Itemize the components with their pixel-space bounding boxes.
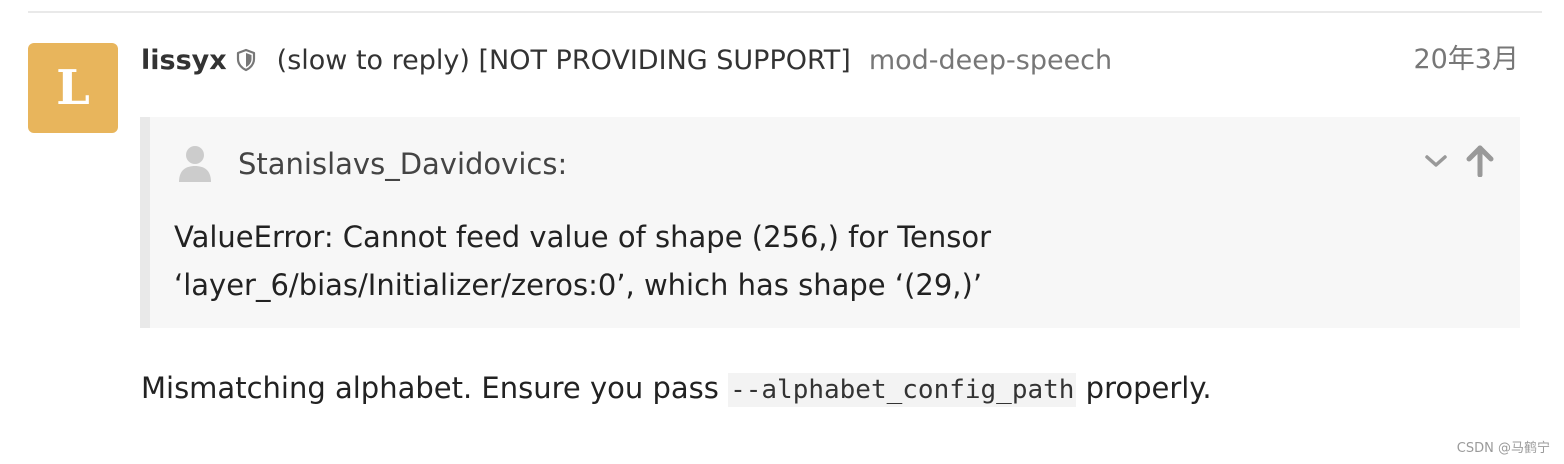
- quote-controls: [1418, 143, 1498, 179]
- inline-code: --alphabet_config_path: [728, 373, 1077, 407]
- avatar-letter: L: [56, 60, 90, 116]
- watermark: CSDN @马鹤宁: [1456, 441, 1550, 456]
- arrow-up-icon[interactable]: [1462, 143, 1498, 179]
- quote-line: ValueError: Cannot feed value of shape (…: [174, 220, 992, 254]
- username[interactable]: lissyx: [141, 45, 227, 76]
- reply-text-before: Mismatching alphabet. Ensure you pass: [141, 371, 729, 405]
- quote-author[interactable]: Stanislavs_Davidovics:: [238, 147, 567, 181]
- quote-text: ValueError: Cannot feed value of shape (…: [174, 213, 1494, 309]
- user-group[interactable]: mod-deep-speech: [869, 45, 1112, 76]
- shield-icon: [235, 48, 257, 72]
- quote-line: ‘layer_6/bias/Initializer/zeros:0’, whic…: [174, 268, 983, 302]
- chevron-down-icon[interactable]: [1418, 143, 1454, 179]
- user-title: (slow to reply) [NOT PROVIDING SUPPORT]: [276, 44, 851, 76]
- avatar[interactable]: L: [28, 43, 118, 133]
- person-icon: [176, 144, 214, 184]
- post-date[interactable]: 20年3月: [1413, 40, 1519, 80]
- top-divider: [28, 11, 1542, 13]
- quote-block: Stanislavs_Davidovics: ValueError: Canno…: [140, 117, 1520, 328]
- post-header: lissyx (slow to reply) [NOT PROVIDING SU…: [141, 40, 1112, 80]
- reply-body: Mismatching alphabet. Ensure you pass --…: [141, 364, 1212, 414]
- reply-text-after: properly.: [1076, 371, 1212, 405]
- quote-header: Stanislavs_Davidovics:: [176, 142, 567, 186]
